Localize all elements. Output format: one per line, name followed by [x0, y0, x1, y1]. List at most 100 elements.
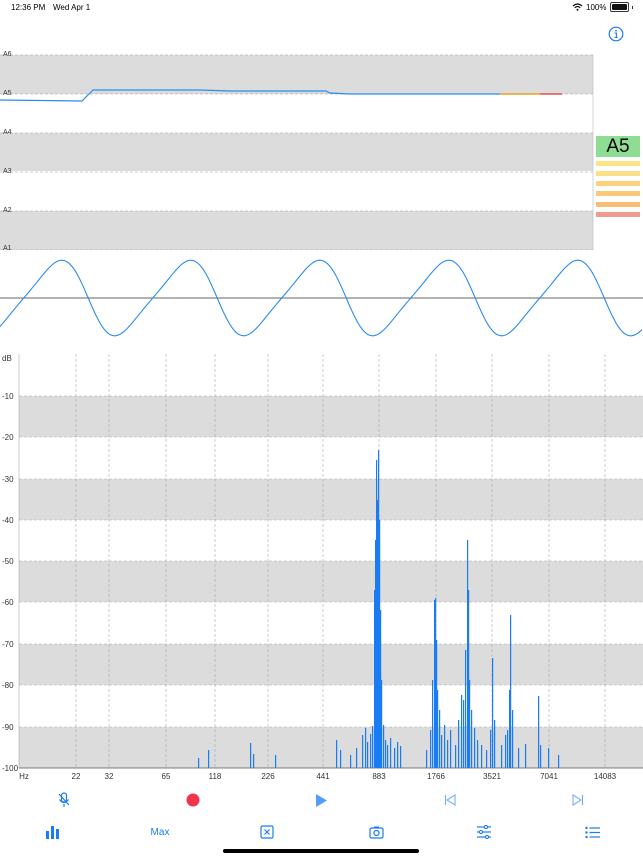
spectrum-bar — [490, 730, 492, 768]
db-label: -40 — [2, 516, 14, 525]
list-button[interactable] — [577, 820, 607, 844]
spectrum-bar — [387, 745, 389, 768]
spectrum-view-button[interactable] — [38, 820, 68, 844]
pitch-band — [0, 55, 593, 94]
db-label: -90 — [2, 723, 14, 732]
spectrum-bar — [518, 748, 520, 768]
spectrum-bar — [501, 745, 503, 768]
spectrum-bar — [540, 745, 542, 768]
spectrum-bar — [455, 745, 457, 768]
mic-off-icon — [58, 792, 70, 807]
play-icon — [316, 793, 327, 807]
skip-back-icon — [444, 794, 456, 806]
spectrum-bar — [458, 720, 460, 768]
spectrum-bar — [340, 750, 342, 768]
spectrum-bar — [336, 740, 338, 768]
spectrum-bar — [208, 750, 210, 768]
spectrum-bar — [469, 680, 471, 768]
spectrum-bar — [400, 746, 402, 768]
spectrum-bar — [390, 738, 392, 768]
spectrum-bar — [463, 700, 465, 768]
spectrum-bar — [383, 725, 385, 768]
spectrum-bar — [558, 755, 560, 768]
info-icon[interactable] — [608, 26, 624, 42]
screenshot-button[interactable] — [361, 820, 391, 844]
pitch-band — [0, 211, 593, 250]
spectrum-bar — [381, 680, 383, 768]
tuning-level-bar — [596, 202, 640, 207]
spectrum-bar — [362, 735, 364, 768]
spectrum-bar — [505, 735, 507, 768]
spectrum-bar — [477, 740, 479, 768]
spectrum-bar — [444, 725, 446, 768]
hz-label: 1766 — [427, 772, 445, 781]
spectrum-bar — [474, 728, 476, 768]
db-label: -30 — [2, 475, 14, 484]
note-label-a3: A3 — [3, 168, 12, 175]
spectrum-bar — [397, 742, 399, 768]
record-button[interactable] — [178, 788, 208, 812]
hz-label: 32 — [104, 772, 114, 781]
spectrum-bar — [481, 745, 483, 768]
home-indicator — [223, 849, 419, 853]
spectrum-bar — [465, 650, 467, 768]
spectrum-bar — [510, 615, 512, 768]
clear-icon — [260, 825, 274, 839]
spectrum-bar — [356, 748, 358, 768]
spectrum-bar — [450, 730, 452, 768]
hz-label: 226 — [261, 772, 275, 781]
spectrum-bar — [439, 710, 441, 768]
tuning-level-bar — [596, 191, 640, 196]
pitch-graph — [0, 54, 594, 250]
spectrum-bar — [447, 740, 449, 768]
note-label-a2: A2 — [3, 207, 12, 214]
spectrum-bar — [394, 748, 396, 768]
spectrum-bar — [426, 750, 428, 768]
hz-label: 441 — [316, 772, 330, 781]
camera-icon — [368, 826, 384, 839]
spectrum-bar — [441, 735, 443, 768]
spectrum-bar — [538, 696, 540, 768]
spectrum-bar — [350, 755, 352, 768]
tuning-level-bar — [596, 171, 640, 176]
hz-label: 22 — [71, 772, 81, 781]
hz-unit: Hz — [19, 772, 29, 781]
hz-label: 118 — [208, 772, 222, 781]
mic-off-button[interactable] — [49, 788, 79, 812]
db-label: -60 — [2, 598, 14, 607]
spectrum-bar — [486, 750, 488, 768]
waveform-graph — [0, 259, 643, 337]
play-button[interactable] — [306, 788, 336, 812]
hz-label: 3521 — [483, 772, 501, 781]
pitch-panel: A6 A5 A4 A3 A2 A1 A5 — [0, 0, 643, 250]
current-note: A5 — [596, 136, 640, 157]
spectrum-bar — [250, 743, 252, 768]
max-label: Max — [150, 826, 170, 838]
transport-toolbar — [0, 788, 643, 812]
pitch-band — [0, 133, 593, 171]
clear-button[interactable] — [252, 820, 282, 844]
hz-label: 14083 — [593, 772, 617, 781]
db-label: -100 — [2, 764, 19, 773]
list-icon — [584, 826, 600, 838]
skip-back-button[interactable] — [435, 788, 465, 812]
hz-label: 65 — [161, 772, 171, 781]
spectrum-bar — [512, 710, 514, 768]
note-label-a6: A6 — [3, 51, 12, 58]
spectrum-bar — [275, 755, 277, 768]
spectrum-bar — [471, 710, 473, 768]
settings-button[interactable] — [469, 820, 499, 844]
db-label: -80 — [2, 681, 14, 690]
max-button[interactable]: Max — [145, 820, 175, 844]
note-label-a5: A5 — [3, 90, 12, 97]
spectrum-bar — [367, 742, 369, 768]
db-label: -70 — [2, 640, 14, 649]
tuning-level-bar — [596, 161, 640, 166]
spectrum-bar — [432, 680, 434, 768]
tuning-level-bar — [596, 212, 640, 217]
spectrum-bar — [430, 730, 432, 768]
skip-forward-button[interactable] — [563, 788, 593, 812]
bottom-toolbar: Max — [0, 820, 643, 844]
spectrum-bar — [372, 726, 374, 768]
db-unit: dB — [2, 354, 12, 363]
